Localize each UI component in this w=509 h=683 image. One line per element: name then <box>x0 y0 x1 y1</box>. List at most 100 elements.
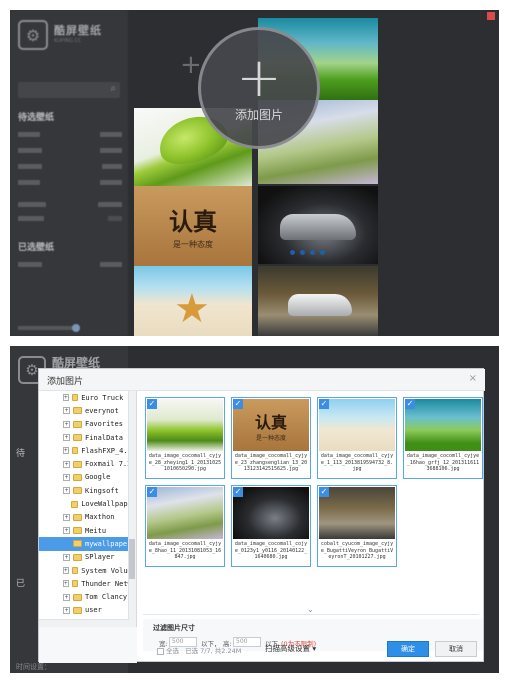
folder-tree-list: + Euro Truck Si + everynot + Favorites + FinalD… <box>39 391 136 617</box>
check-icon[interactable]: ✓ <box>147 399 157 409</box>
sidebar-row[interactable] <box>18 202 122 209</box>
window-close-icon[interactable] <box>487 12 495 20</box>
close-icon[interactable]: × <box>469 373 477 384</box>
selected-info: 已选 7/7, 共2.24M <box>185 647 242 655</box>
expand-icon[interactable]: + <box>63 473 70 481</box>
sidebar-row[interactable] <box>18 180 122 187</box>
timer-slider-track[interactable] <box>18 326 78 330</box>
check-icon[interactable]: ✓ <box>233 399 243 409</box>
sidebar-row[interactable] <box>18 132 122 139</box>
sidebar-row[interactable] <box>18 262 122 269</box>
thumbnail-item[interactable]: ✓ cobalt_cyucom_image_cyjye_BugattiVeyron… <box>317 485 397 567</box>
check-icon[interactable]: ✓ <box>147 487 157 497</box>
tree-item[interactable]: + Meitu <box>39 524 136 537</box>
tree-item[interactable]: LoveWallpaper <box>39 497 136 510</box>
expand-icon[interactable]: + <box>63 460 70 468</box>
search-icon[interactable]: ⌕ <box>110 83 116 94</box>
tree-item[interactable]: + Foxmail 7.2 <box>39 457 136 470</box>
expand-icon[interactable]: + <box>63 434 70 442</box>
tree-item[interactable]: + Kingsoft <box>39 484 136 497</box>
tree-item[interactable]: + Google <box>39 471 136 484</box>
page: ⚙ 酷屏壁纸 KUPING.CC ⌕ 待选壁纸 已选壁纸 + 认真 是一种态度 … <box>0 0 509 683</box>
advanced-scan-settings[interactable]: 扫描高级设置 ▾ <box>265 643 316 654</box>
thumbnail-image <box>319 399 395 451</box>
thumbnail-item[interactable]: ✓ data_image_cocomall_cyjye_1_113_2013819… <box>317 397 397 479</box>
expand-icon[interactable]: + <box>63 394 69 402</box>
tree-vertical-scrollbar[interactable] <box>128 391 136 627</box>
tree-item-label: Maxthon <box>85 513 115 522</box>
tree-item[interactable]: + FinalData <box>39 431 136 444</box>
tree-item[interactable]: + Thunder Netwo <box>39 577 136 590</box>
select-all-checkbox[interactable] <box>157 647 164 655</box>
check-icon[interactable]: ✓ <box>319 487 329 497</box>
tree-item[interactable]: + Tom Clancy's <box>39 590 136 603</box>
check-icon[interactable]: ✓ <box>233 487 243 497</box>
expand-icon[interactable]: + <box>63 407 70 415</box>
confirm-button[interactable]: 确定 <box>387 641 429 657</box>
tree-footer <box>39 627 137 663</box>
chevron-down-icon[interactable]: ⌄ <box>307 605 314 614</box>
scrollbar-thumb[interactable] <box>129 539 135 579</box>
expand-icon[interactable]: + <box>63 513 70 521</box>
thumbnail-caption: data_image_cocomll_cyjye_16hao_grfj_12_2… <box>406 453 480 472</box>
tree-item[interactable]: + everynot <box>39 404 136 417</box>
expand-icon[interactable]: + <box>63 527 70 535</box>
add-image-button[interactable]: + 添加图片 <box>198 27 320 149</box>
add-image-dialog: 添加图片 × + Euro Truck Si + everynot + Favorites… <box>38 368 485 663</box>
expand-icon[interactable]: + <box>63 567 69 574</box>
logo-icon: ⚙ <box>18 20 48 50</box>
screenshot-add-dialog: ⚙ 酷屏壁纸 待 已 时间设置： 添加图片 × + Euro Truck Si + e… <box>10 346 499 673</box>
folder-icon <box>73 553 82 561</box>
tree-item[interactable]: + System Volume <box>39 564 136 577</box>
cancel-button[interactable]: 取消 <box>435 641 477 657</box>
plus-icon: + <box>236 45 282 109</box>
expand-icon <box>63 501 68 508</box>
folder-icon <box>71 580 79 588</box>
folder-icon <box>73 527 82 535</box>
thumbnail-item[interactable]: ✓ data_image_cocomall_cyjye_8hao_11_20131… <box>145 485 225 567</box>
expand-icon[interactable]: + <box>63 553 70 561</box>
thumbnail-image <box>405 399 481 451</box>
pager-dots[interactable] <box>290 250 325 255</box>
wallpaper-tile-text[interactable]: 认真 是一种态度 <box>134 186 252 266</box>
thumbnail-item[interactable]: ✓ data_image_cocomall_cyjye_28_zheying1_1… <box>145 397 225 479</box>
folder-icon <box>73 407 82 415</box>
tree-item[interactable]: + Maxthon <box>39 511 136 524</box>
check-icon[interactable]: ✓ <box>405 399 415 409</box>
folder-icon <box>73 513 82 521</box>
expand-icon[interactable]: + <box>63 420 70 428</box>
folder-tree: + Euro Truck Si + everynot + Favorites + FinalD… <box>39 391 137 627</box>
tree-item[interactable]: mywallpaper <box>39 537 136 551</box>
folder-icon <box>73 606 82 614</box>
wallpaper-tile-bugatti[interactable] <box>258 266 378 336</box>
sidebar-row[interactable] <box>18 216 122 223</box>
thumbnail-item[interactable]: 认真 是一种态度 ✓ data_image_cocomall_cyjye_23_zha… <box>231 397 311 479</box>
folder-icon <box>73 487 82 495</box>
timer-slider-handle[interactable] <box>72 324 80 332</box>
thumbnail-item[interactable]: ✓ data_image_cocomall_cojye_0123y1_y0116_… <box>231 485 311 567</box>
tree-item[interactable]: + FlashFXP_4.3. <box>39 444 136 457</box>
tree-horizontal-scrollbar[interactable] <box>39 619 129 627</box>
tree-item-label: FinalData <box>85 433 123 442</box>
tree-item[interactable]: + user <box>39 604 136 617</box>
tree-item[interactable]: + Euro Truck Si <box>39 391 136 404</box>
check-icon[interactable]: ✓ <box>319 399 329 409</box>
thumbnail-image <box>319 487 395 539</box>
tree-item-label: SPlayer <box>85 553 115 562</box>
wallpaper-tile-starfish[interactable]: ★ <box>134 266 252 336</box>
tile-small-text: 是一种态度 <box>255 434 286 442</box>
expand-icon[interactable]: + <box>63 606 70 614</box>
expand-icon[interactable]: + <box>63 447 69 455</box>
expand-icon[interactable]: + <box>63 487 70 495</box>
thumbnail-item[interactable]: ✓ data_image_cocomll_cyjye_16hao_grfj_12_… <box>403 397 483 479</box>
sidebar-search-input[interactable]: ⌕ <box>18 82 120 98</box>
expand-icon[interactable]: + <box>63 593 70 601</box>
tree-item[interactable]: + Favorites <box>39 418 136 431</box>
sidebar-row[interactable] <box>18 148 122 155</box>
select-all[interactable]: 全选 已选 7/7, 共2.24M <box>157 645 241 655</box>
sidebar-row[interactable] <box>18 164 122 171</box>
thumbnail-caption: data_image_cocomall_cyjye_23_zhangsengli… <box>234 453 308 472</box>
expand-icon[interactable]: + <box>63 580 69 588</box>
section-pending-wallpapers: 待选壁纸 <box>18 113 55 123</box>
tree-item[interactable]: + SPlayer <box>39 551 136 564</box>
